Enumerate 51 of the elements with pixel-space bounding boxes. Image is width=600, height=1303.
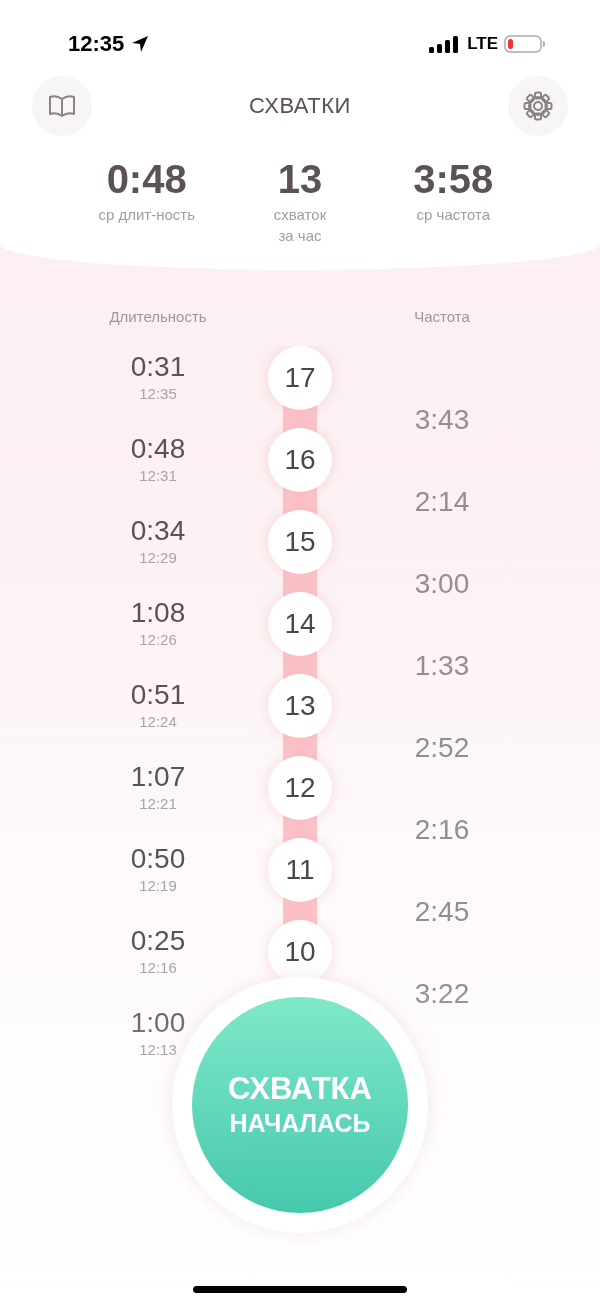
- duration-value: 0:34: [130, 516, 186, 546]
- column-header: Длительность: [108, 307, 208, 327]
- stat-label: ср частота: [416, 205, 491, 225]
- stat-label: за час: [278, 226, 322, 246]
- frequency-value: 3:22: [414, 979, 470, 1009]
- stat-value: 13: [277, 156, 323, 202]
- stat-label: схваток: [273, 205, 327, 225]
- start-time: 12:24: [139, 713, 177, 731]
- duration-value: 0:25: [130, 926, 186, 956]
- frequency-value: 3:43: [414, 405, 470, 435]
- screen-title: СХВАТКИ: [249, 93, 351, 119]
- contraction-number: 12: [268, 756, 332, 820]
- frequency-value: 3:00: [414, 569, 470, 599]
- duration-value: 0:50: [130, 844, 186, 874]
- stat-value: 0:48: [106, 156, 187, 202]
- start-time: 12:21: [139, 795, 177, 813]
- start-time: 12:16: [139, 959, 177, 977]
- stat-value: 3:58: [413, 156, 494, 202]
- start-time: 12:26: [139, 631, 177, 649]
- contraction-number: 14: [268, 592, 332, 656]
- contraction-number: 17: [268, 346, 332, 410]
- start-time: 12:31: [139, 467, 177, 485]
- duration-value: 0:31: [130, 352, 186, 382]
- start-time: 12:19: [139, 877, 177, 895]
- duration-value: 1:00: [130, 1008, 186, 1038]
- contraction-number: 13: [268, 674, 332, 738]
- start-time: 12:13: [139, 1041, 177, 1059]
- stat-label: ср длит-ность: [98, 205, 195, 225]
- contraction-number: 16: [268, 428, 332, 492]
- frequency-value: 2:45: [414, 897, 470, 927]
- contraction-number: 11: [268, 838, 332, 902]
- frequency-value: 2:16: [414, 815, 470, 845]
- frequency-value: 2:52: [414, 733, 470, 763]
- status-time: 12:35: [68, 30, 125, 58]
- battery-icon: [504, 34, 546, 54]
- column-header: Частота: [413, 307, 471, 327]
- frequency-value: 1:33: [414, 651, 470, 681]
- duration-value: 0:48: [130, 434, 186, 464]
- settings-icon: [523, 91, 553, 121]
- signal-icon: [429, 34, 460, 54]
- network-label: LTE: [467, 34, 498, 54]
- duration-value: 1:08: [130, 598, 186, 628]
- frequency-value: 2:14: [414, 487, 470, 517]
- duration-value: 1:07: [130, 762, 186, 792]
- start-time: 12:29: [139, 549, 177, 567]
- contraction-started-button[interactable]: СХВАТКА НАЧАЛАСЬ: [192, 997, 408, 1213]
- contraction-number: 15: [268, 510, 332, 574]
- book-icon: [48, 94, 76, 118]
- location-arrow-icon: [130, 34, 151, 54]
- start-time: 12:35: [139, 385, 177, 403]
- duration-value: 0:51: [130, 680, 186, 710]
